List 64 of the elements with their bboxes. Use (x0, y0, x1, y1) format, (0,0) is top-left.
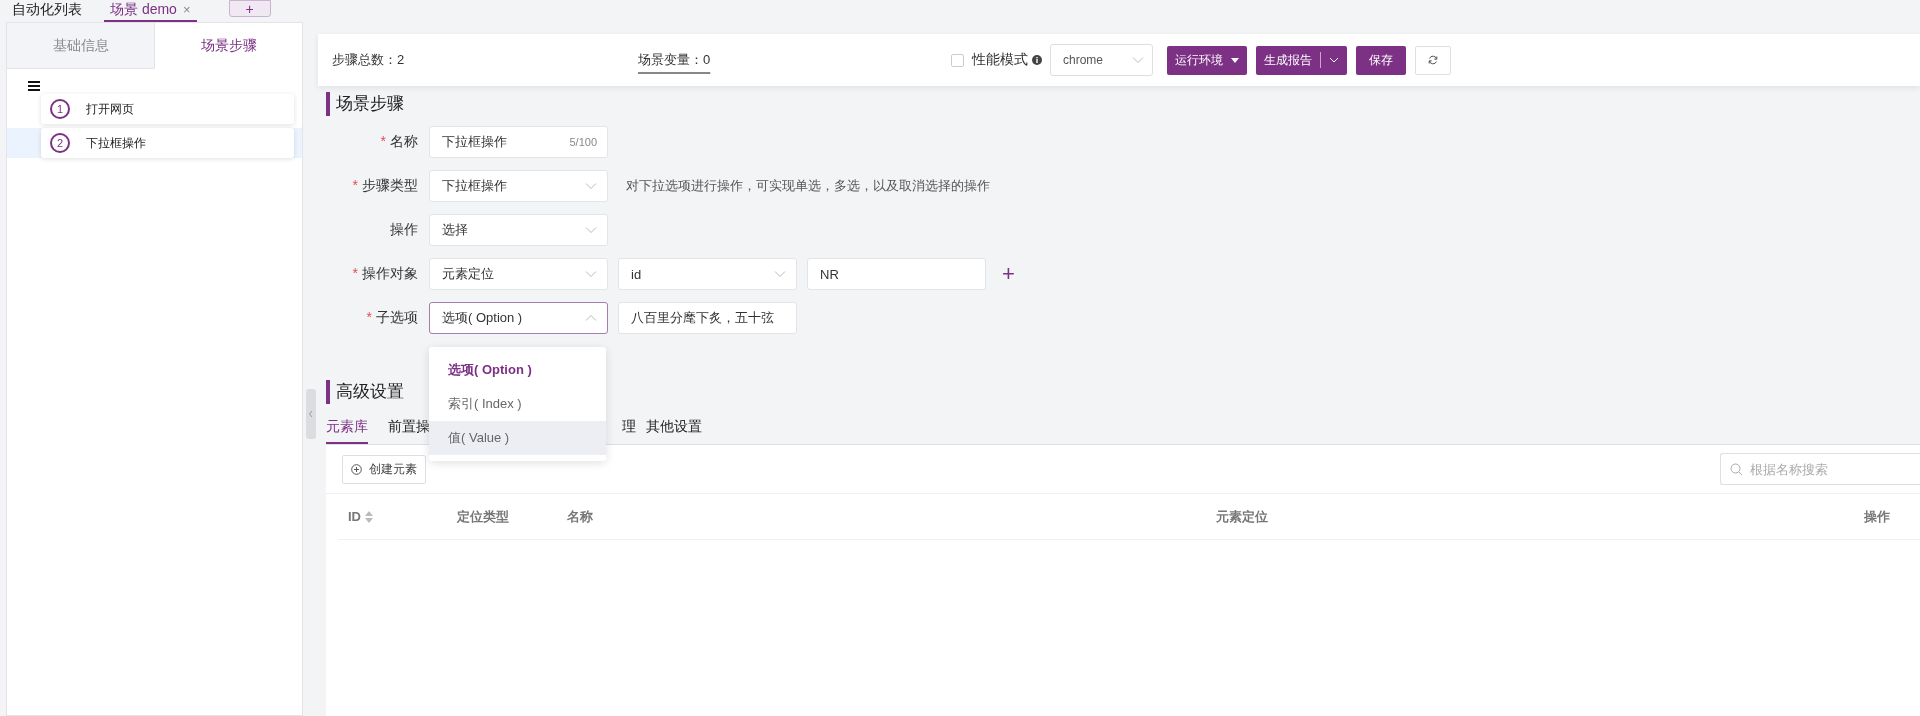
chevron-down-icon (1329, 57, 1339, 63)
run-environment-button[interactable]: 运行环境 (1167, 45, 1247, 75)
caret-icon (1231, 57, 1239, 63)
column-header: 定位类型 (457, 507, 509, 526)
step-item[interactable]: 2 下拉框操作 (41, 128, 294, 158)
dropdown-option[interactable]: 选项( Option ) (429, 353, 606, 387)
character-counter: 5/100 (569, 136, 597, 148)
input-field[interactable]: 八百里分麾下炙，五十弦 (618, 302, 797, 334)
field-label: 操作对象 (362, 265, 418, 281)
create-element-button[interactable]: 创建元素 (342, 454, 426, 484)
step-total-text: 步骤总数：2 (332, 51, 406, 69)
menu-icon[interactable] (28, 81, 40, 91)
add-button[interactable]: + (1002, 264, 1015, 284)
required-mark: * (352, 265, 358, 281)
chevron-icon (585, 314, 597, 322)
select-field[interactable]: 选项( Option ) (429, 302, 608, 334)
column-header: ID (348, 509, 361, 524)
dropdown-option[interactable]: 索引( Index ) (429, 387, 606, 421)
refresh-icon (1428, 55, 1438, 65)
scene-variables-link[interactable]: 场景变量：0 (638, 51, 951, 69)
input-field[interactable]: 下拉框操作 5/100 (429, 126, 608, 158)
chevron-icon (585, 226, 597, 234)
sort-icon[interactable] (365, 510, 373, 523)
collapse-handle[interactable] (306, 389, 316, 439)
info-icon (1032, 55, 1042, 65)
field-label: 名称 (390, 133, 418, 149)
chevron-down-icon (1132, 56, 1144, 64)
section-title: 场景步骤 (326, 92, 1920, 116)
chevron-icon (585, 270, 597, 278)
save-button[interactable]: 保存 (1356, 45, 1406, 75)
select-field[interactable]: 下拉框操作 (429, 170, 608, 202)
add-tab-button[interactable]: + (228, 0, 271, 17)
tab[interactable]: 理 (622, 418, 636, 444)
select-field[interactable]: 选择 (429, 214, 608, 246)
refresh-button[interactable] (1415, 45, 1451, 75)
field-label: 操作 (390, 221, 418, 237)
chevron-icon (585, 182, 597, 190)
select-field[interactable]: 元素定位 (429, 258, 608, 290)
step-number: 2 (50, 133, 70, 153)
dropdown-option[interactable]: 值( Value ) (429, 421, 606, 455)
required-mark: * (352, 177, 358, 193)
checkbox[interactable] (951, 53, 964, 67)
browser-select[interactable]: chrome (1050, 44, 1153, 76)
required-mark: * (366, 309, 372, 325)
page-tab[interactable]: 自动化列表 (6, 0, 88, 22)
required-mark: * (380, 133, 386, 149)
column-header: 元素定位 (1216, 507, 1268, 526)
chevron-icon (774, 270, 786, 278)
tab[interactable]: 前置操 (388, 418, 430, 444)
field-label: 子选项 (376, 309, 418, 325)
search-field[interactable]: 根据名称搜索 (1720, 453, 1920, 485)
field-label: 步骤类型 (362, 177, 418, 193)
select-field[interactable]: id (618, 258, 797, 290)
search-icon (1730, 463, 1743, 476)
tab[interactable]: 其他设置 (646, 418, 702, 444)
generate-report-button[interactable]: 生成报告 (1256, 45, 1347, 75)
hint-text: 对下拉选项进行操作，可实现单选，多选，以及取消选择的操作 (626, 177, 990, 195)
step-number: 1 (50, 99, 70, 119)
checkbox-label[interactable]: 性能模式 (972, 51, 1028, 69)
plus-circle-icon (351, 463, 362, 475)
input-field[interactable]: NR (807, 258, 986, 290)
column-header: 名称 (567, 507, 593, 526)
column-header: 操作 (1864, 507, 1890, 526)
step-item[interactable]: 1 打开网页 (41, 94, 294, 124)
